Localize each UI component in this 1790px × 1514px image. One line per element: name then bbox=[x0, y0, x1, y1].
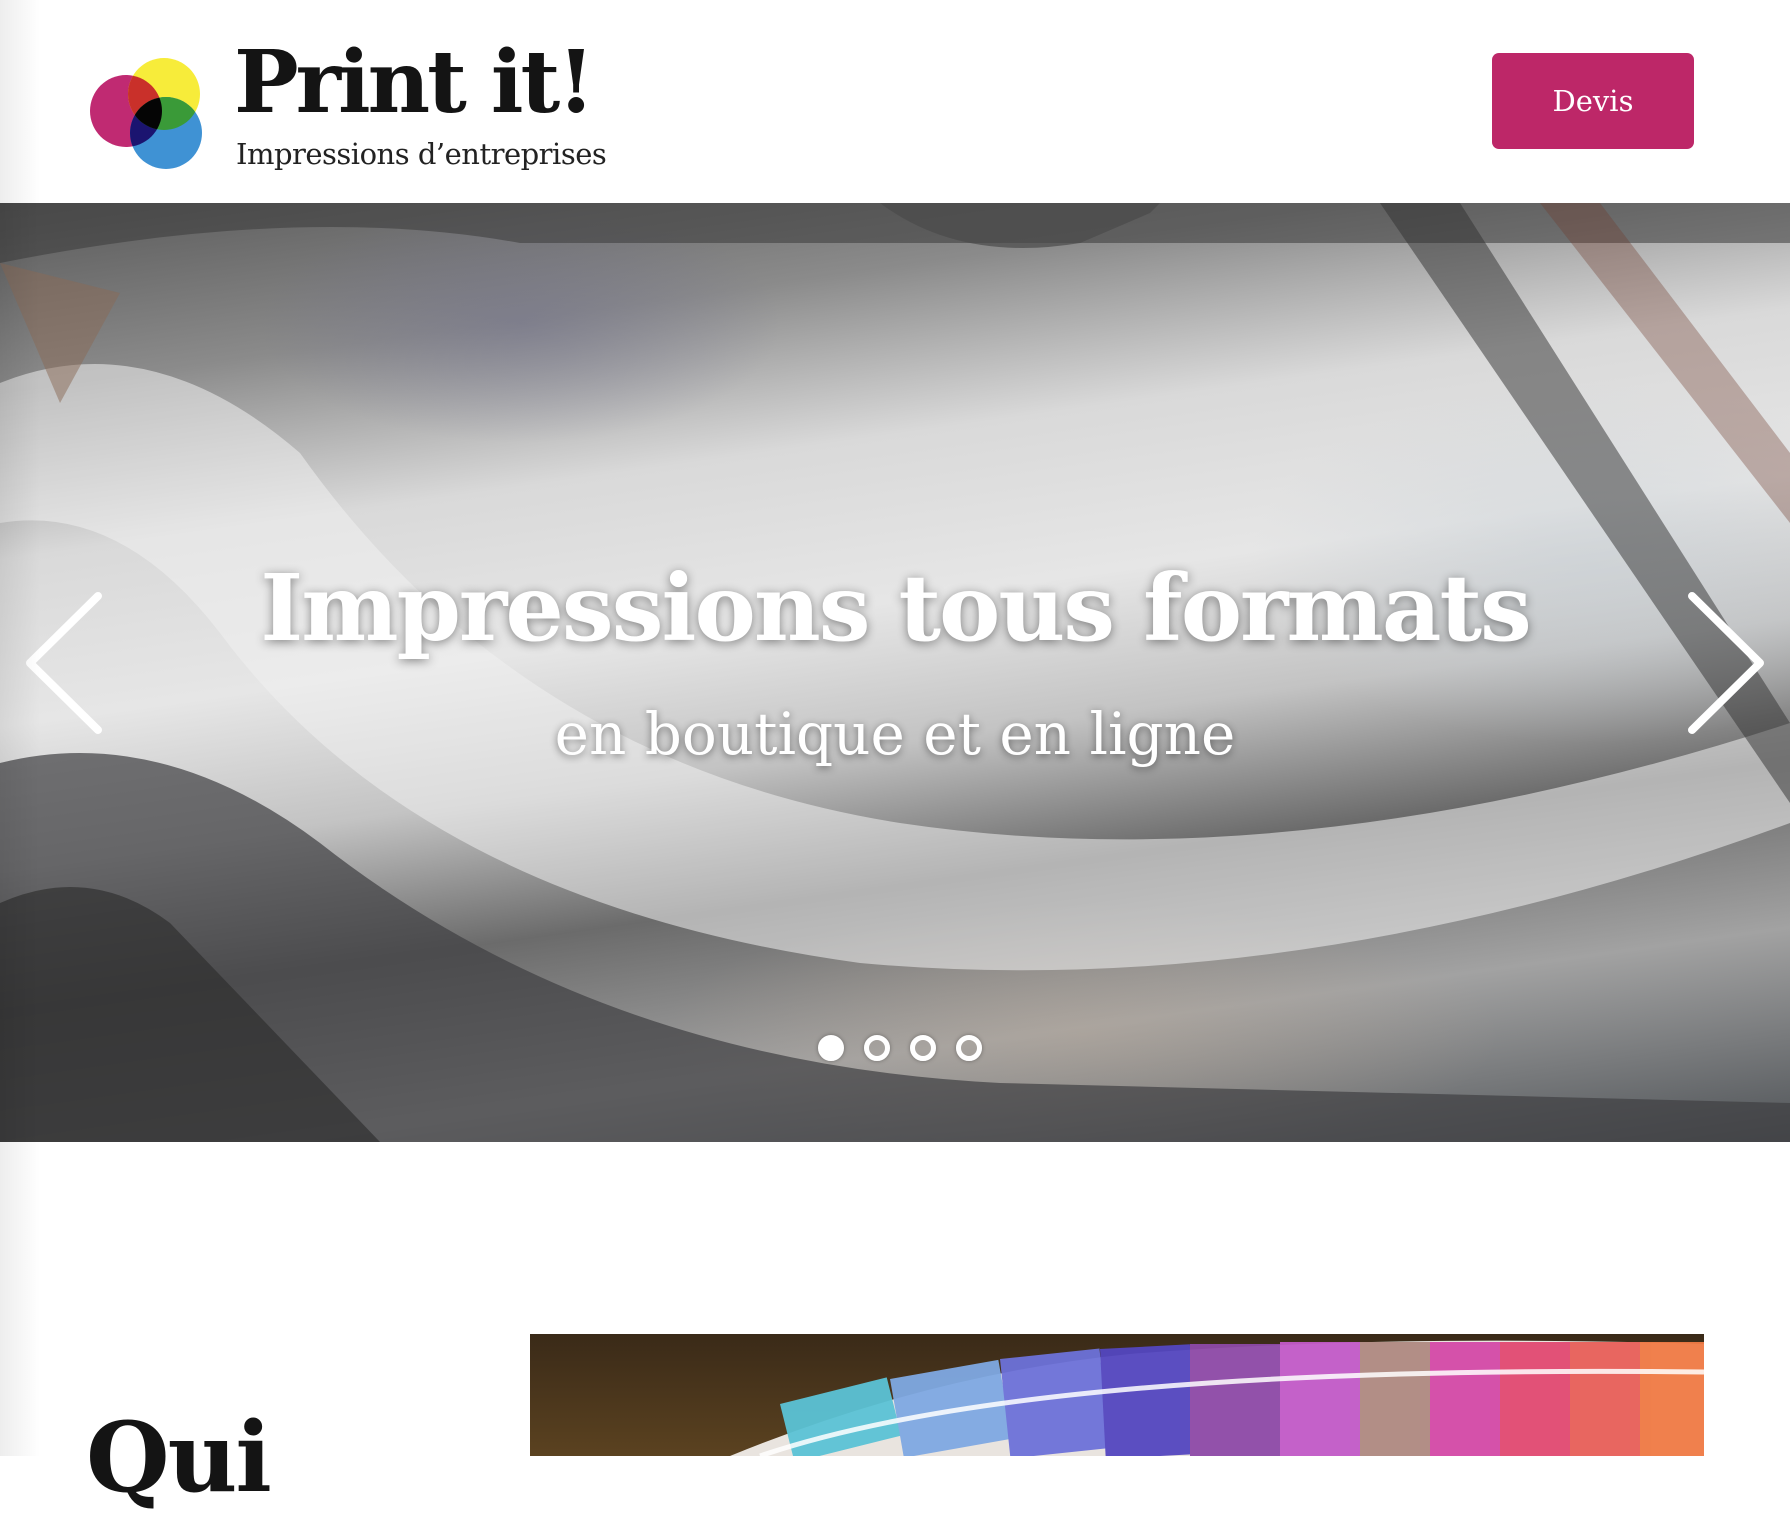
site-header: Print it! Impressions d’entreprises Devi… bbox=[0, 0, 1790, 203]
carousel-indicators bbox=[0, 1035, 1790, 1063]
quote-button[interactable]: Devis bbox=[1492, 53, 1694, 149]
carousel-dot-3[interactable] bbox=[910, 1035, 936, 1061]
color-swatches-image bbox=[530, 1334, 1704, 1456]
carousel-dot-2[interactable] bbox=[864, 1035, 890, 1061]
about-heading: Qui bbox=[86, 1401, 272, 1514]
logo-tagline: Impressions d’entreprises bbox=[236, 137, 607, 171]
hero-carousel: Impressions tous formats en boutique et … bbox=[0, 203, 1790, 1142]
logo-icon bbox=[90, 58, 202, 169]
carousel-dot-1[interactable] bbox=[818, 1035, 844, 1061]
carousel-next-button[interactable] bbox=[1680, 588, 1770, 738]
hero-subtitle: en boutique et en ligne bbox=[554, 700, 1236, 768]
logo-title: Print it! bbox=[234, 32, 595, 133]
hero-background-image bbox=[0, 203, 1790, 1142]
about-section: Qui bbox=[0, 1142, 1790, 1506]
swatch-fan-graphic bbox=[730, 1340, 1704, 1456]
hero-title: Impressions tous formats bbox=[260, 554, 1532, 662]
chevron-right-icon bbox=[1688, 592, 1764, 734]
carousel-dot-4[interactable] bbox=[956, 1035, 982, 1061]
